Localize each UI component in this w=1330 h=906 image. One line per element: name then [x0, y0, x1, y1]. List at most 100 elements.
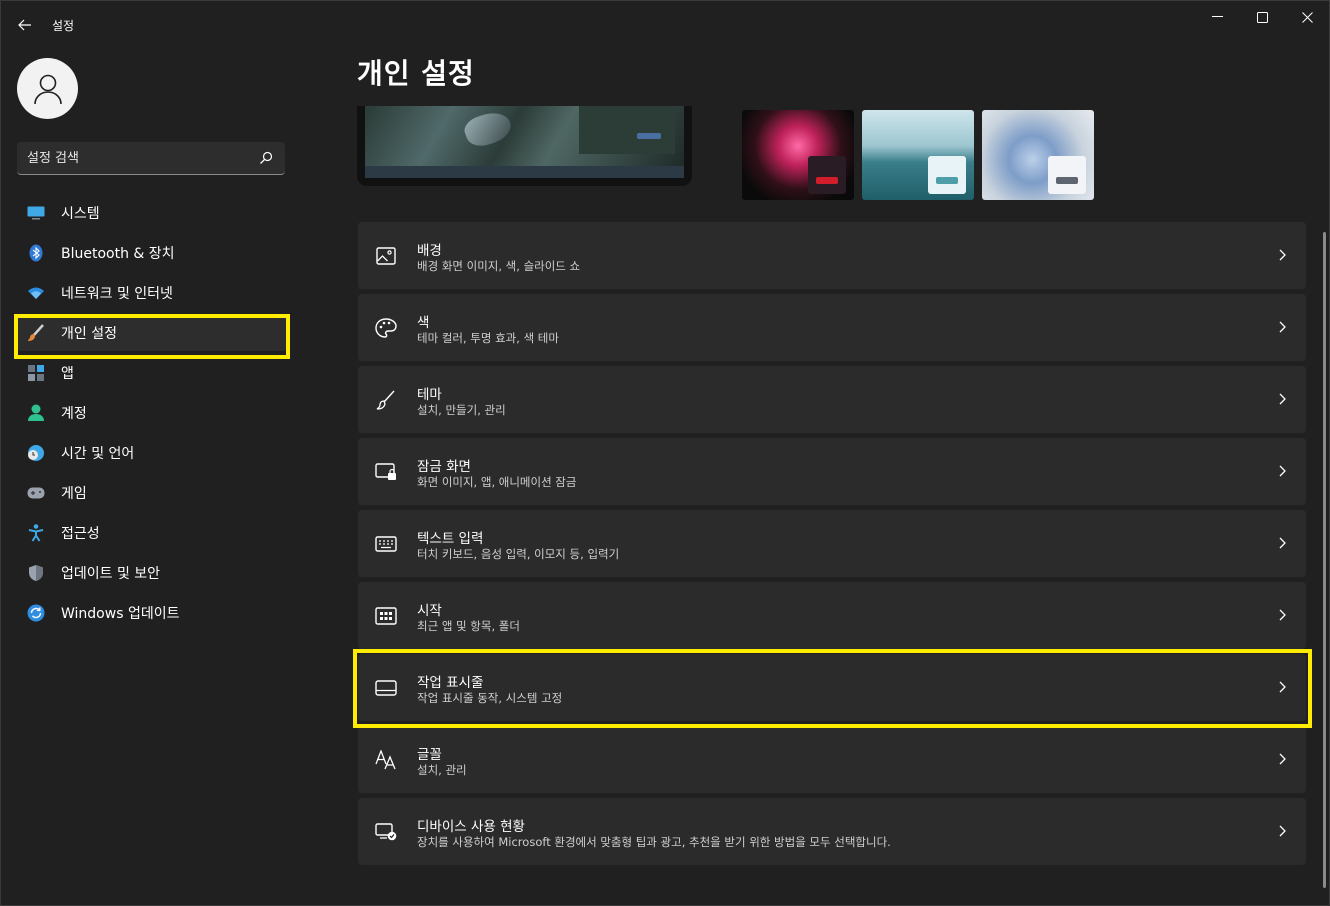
sidebar-item-gaming[interactable]: 게임	[17, 475, 287, 511]
scrollbar[interactable]	[1323, 232, 1326, 888]
sidebar-item-accounts[interactable]: 계정	[17, 395, 287, 431]
sidebar-item-windows-update[interactable]: Windows 업데이트	[17, 595, 287, 631]
chevron-right-icon	[1279, 393, 1286, 405]
device-usage-icon	[375, 821, 397, 843]
page-title: 개인 설정	[357, 57, 475, 90]
sidebar-item-time-language[interactable]: 시간 및 언어	[17, 435, 287, 471]
sidebar-item-label: 시간 및 언어	[61, 446, 135, 462]
sidebar-item-label: 업데이트 및 보안	[61, 566, 161, 582]
title-bar: 설정	[0, 0, 1330, 48]
sidebar-item-label: Windows 업데이트	[61, 606, 180, 622]
card-description: 배경 화면 이미지, 색, 슬라이드 쇼	[417, 259, 581, 273]
font-icon	[375, 749, 397, 771]
minimize-button[interactable]	[1200, 6, 1234, 28]
sidebar-item-network[interactable]: 네트워크 및 인터넷	[17, 275, 287, 311]
chevron-right-icon	[1279, 825, 1286, 837]
sidebar-item-bluetooth[interactable]: Bluetooth & 장치	[17, 235, 287, 271]
wifi-icon	[27, 284, 45, 302]
chevron-right-icon	[1279, 321, 1286, 333]
avatar[interactable]	[17, 58, 78, 119]
bluetooth-icon	[27, 244, 45, 262]
setting-device-usage[interactable]: 디바이스 사용 현황 장치를 사용하여 Microsoft 환경에서 맞춤형 팁…	[358, 798, 1306, 865]
lock-screen-icon	[375, 461, 397, 483]
card-title: 디바이스 사용 현황	[417, 819, 525, 835]
close-icon	[1301, 11, 1313, 23]
chevron-right-icon	[1279, 249, 1286, 261]
sidebar-item-label: 앱	[61, 366, 74, 382]
chevron-right-icon	[1279, 753, 1286, 765]
card-description: 화면 이미지, 앱, 애니메이션 잠금	[417, 475, 577, 489]
search-icon[interactable]	[259, 151, 273, 165]
chevron-right-icon	[1279, 537, 1286, 549]
palette-icon	[375, 317, 397, 339]
card-description: 작업 표시줄 동작, 시스템 고정	[417, 691, 563, 705]
sidebar-item-personalization[interactable]: 개인 설정	[17, 315, 287, 351]
setting-colors[interactable]: 색 테마 컬러, 투명 효과, 색 테마	[358, 294, 1306, 361]
desktop-preview	[357, 106, 692, 186]
theme-thumbnail[interactable]	[862, 110, 974, 200]
maximize-icon	[1256, 11, 1268, 23]
brush-icon	[27, 324, 45, 342]
card-title: 작업 표시줄	[417, 675, 484, 691]
setting-background[interactable]: 배경 배경 화면 이미지, 색, 슬라이드 쇼	[358, 222, 1306, 289]
shield-icon	[27, 564, 45, 582]
card-description: 테마 컬러, 투명 효과, 색 테마	[417, 331, 559, 345]
search-input[interactable]	[27, 142, 252, 174]
sidebar-item-label: 시스템	[61, 206, 100, 222]
card-title: 잠금 화면	[417, 459, 471, 475]
maximize-button[interactable]	[1245, 6, 1279, 28]
setting-text-input[interactable]: 텍스트 입력 터치 키보드, 음성 입력, 이모지 등, 입력기	[358, 510, 1306, 577]
card-description: 최근 앱 및 항목, 폴더	[417, 619, 520, 633]
accessibility-icon	[27, 524, 45, 542]
close-button[interactable]	[1290, 6, 1324, 28]
sidebar-item-accessibility[interactable]: 접근성	[17, 515, 287, 551]
sidebar-item-label: 네트워크 및 인터넷	[61, 286, 173, 302]
back-arrow-icon	[18, 19, 31, 31]
setting-start[interactable]: 시작 최근 앱 및 항목, 폴더	[358, 582, 1306, 649]
chevron-right-icon	[1279, 465, 1286, 477]
apps-icon	[27, 364, 45, 382]
app-title: 설정	[52, 19, 75, 33]
sidebar-item-label: 계정	[61, 406, 87, 422]
monitor-icon	[27, 204, 45, 222]
card-title: 시작	[417, 603, 442, 619]
sidebar-item-label: 개인 설정	[61, 326, 117, 342]
card-title: 테마	[417, 387, 442, 403]
preview-taskbar	[365, 166, 684, 178]
sidebar-item-label: Bluetooth & 장치	[61, 246, 175, 262]
preview-wallpaper	[365, 106, 684, 166]
theme-thumbnail[interactable]	[982, 110, 1094, 200]
setting-themes[interactable]: 테마 설치, 만들기, 관리	[358, 366, 1306, 433]
user-icon	[33, 74, 62, 104]
card-title: 글꼴	[417, 747, 442, 763]
preview-window	[579, 106, 675, 154]
person-icon	[27, 404, 45, 422]
minimize-icon	[1211, 16, 1223, 17]
clock-globe-icon	[27, 444, 45, 462]
setting-fonts[interactable]: 글꼴 설치, 관리	[358, 726, 1306, 793]
card-title: 텍스트 입력	[417, 531, 484, 547]
card-title: 색	[417, 315, 430, 331]
image-icon	[375, 245, 397, 267]
sidebar-item-apps[interactable]: 앱	[17, 355, 287, 391]
update-icon	[27, 604, 45, 622]
chevron-right-icon	[1279, 681, 1286, 693]
theme-thumbnail[interactable]	[742, 110, 854, 200]
start-icon	[375, 605, 397, 627]
card-title: 배경	[417, 243, 442, 259]
chevron-right-icon	[1279, 609, 1286, 621]
search-box	[17, 142, 285, 175]
back-button[interactable]	[12, 12, 38, 38]
card-description: 설치, 만들기, 관리	[417, 403, 506, 417]
sidebar-item-system[interactable]: 시스템	[17, 195, 287, 231]
card-description: 장치를 사용하여 Microsoft 환경에서 맞춤형 팁과 광고, 추천을 받…	[417, 835, 891, 849]
brush-icon	[375, 389, 397, 411]
setting-lock-screen[interactable]: 잠금 화면 화면 이미지, 앱, 애니메이션 잠금	[358, 438, 1306, 505]
taskbar-icon	[375, 677, 397, 699]
sidebar-item-update-security[interactable]: 업데이트 및 보안	[17, 555, 287, 591]
setting-taskbar[interactable]: 작업 표시줄 작업 표시줄 동작, 시스템 고정	[358, 654, 1306, 721]
sidebar-item-label: 게임	[61, 486, 87, 502]
gamepad-icon	[27, 484, 45, 502]
keyboard-icon	[375, 533, 397, 555]
card-description: 터치 키보드, 음성 입력, 이모지 등, 입력기	[417, 547, 620, 561]
